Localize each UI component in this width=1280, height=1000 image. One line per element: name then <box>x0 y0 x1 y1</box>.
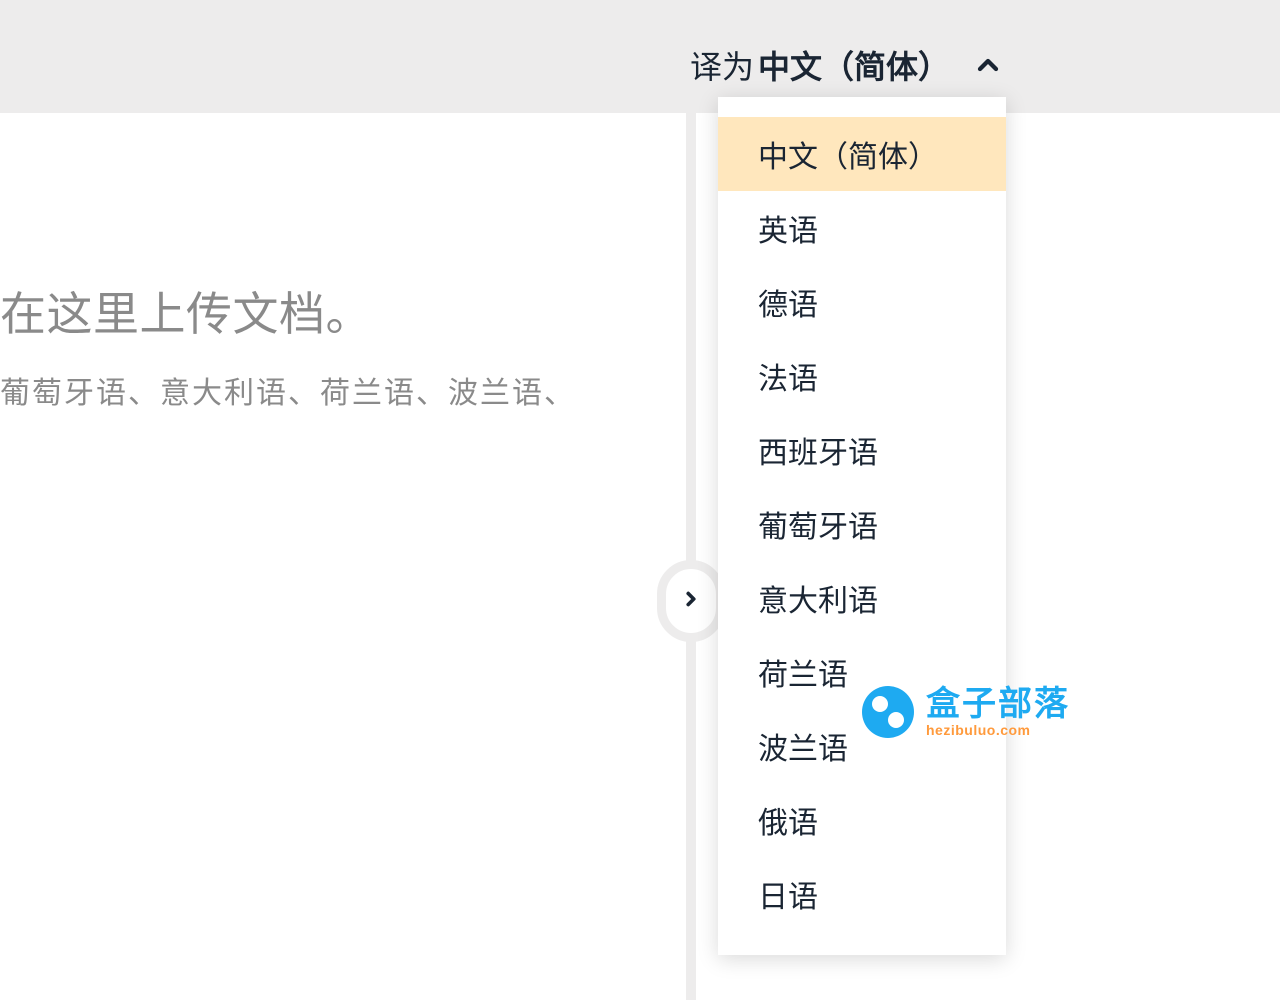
chevron-right-icon <box>680 588 702 615</box>
translate-prefix: 译为 <box>690 42 754 88</box>
upload-heading: 在这里上传文档。 <box>0 278 372 344</box>
language-option[interactable]: 德语 <box>718 265 1006 339</box>
selected-language-label: 中文（简体） <box>758 42 950 88</box>
top-bar: 译为 中文（简体） <box>0 0 1280 113</box>
watermark-pinyin: hezibuluo.com <box>926 723 1070 737</box>
watermark-logo-icon <box>862 686 914 738</box>
watermark-text: 盒子部落 hezibuluo.com <box>926 687 1070 737</box>
supported-languages-text: 葡萄牙语、意大利语、荷兰语、波兰语、 <box>0 368 576 412</box>
language-option[interactable]: 英语 <box>718 191 1006 265</box>
language-option[interactable]: 中文（简体） <box>718 117 1006 191</box>
language-option[interactable]: 西班牙语 <box>718 413 1006 487</box>
target-language-selector[interactable]: 译为 中文（简体） <box>690 42 1004 88</box>
chevron-up-icon <box>972 49 1004 81</box>
language-option[interactable]: 葡萄牙语 <box>718 487 1006 561</box>
vertical-divider <box>686 113 696 1000</box>
language-option[interactable]: 意大利语 <box>718 561 1006 635</box>
language-option[interactable]: 日语 <box>718 857 1006 931</box>
watermark: 盒子部落 hezibuluo.com <box>862 686 1070 738</box>
language-dropdown: 中文（简体）英语德语法语西班牙语葡萄牙语意大利语荷兰语波兰语俄语日语 <box>718 97 1006 955</box>
swap-arrow-button[interactable] <box>657 560 725 642</box>
language-option[interactable]: 法语 <box>718 339 1006 413</box>
main-area: 在这里上传文档。 葡萄牙语、意大利语、荷兰语、波兰语、 <box>0 113 1280 1000</box>
language-option[interactable]: 俄语 <box>718 783 1006 857</box>
watermark-chinese: 盒子部落 <box>926 687 1070 721</box>
